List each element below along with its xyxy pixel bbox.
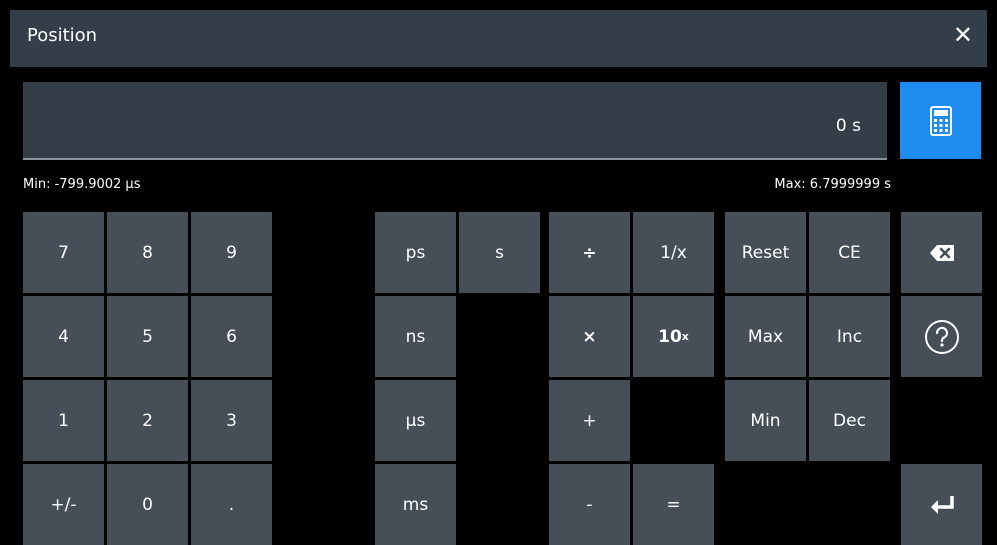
- enter-button[interactable]: [901, 464, 982, 545]
- max-label: Max: 6.7999999 s: [774, 177, 891, 192]
- key-decimal[interactable]: .: [191, 464, 272, 545]
- key-multiply[interactable]: ×: [549, 296, 630, 377]
- key-8[interactable]: 8: [107, 212, 188, 293]
- dialog-title: Position: [27, 25, 98, 46]
- key-2[interactable]: 2: [107, 380, 188, 461]
- key-increment[interactable]: Inc: [809, 296, 890, 377]
- backspace-button[interactable]: [901, 212, 982, 293]
- value-display: 0 s: [835, 116, 861, 136]
- key-power-base: 10: [658, 326, 682, 347]
- key-0[interactable]: 0: [107, 464, 188, 545]
- help-button[interactable]: [901, 296, 982, 377]
- enter-icon: [930, 495, 954, 514]
- key-minus[interactable]: -: [549, 464, 630, 545]
- key-equals[interactable]: =: [633, 464, 714, 545]
- key-3[interactable]: 3: [191, 380, 272, 461]
- calculator-button[interactable]: [900, 82, 981, 159]
- key-7[interactable]: 7: [23, 212, 104, 293]
- key-reciprocal[interactable]: 1/x: [633, 212, 714, 293]
- key-unit-ps[interactable]: ps: [375, 212, 456, 293]
- key-clear-entry[interactable]: CE: [809, 212, 890, 293]
- key-reset[interactable]: Reset: [725, 212, 806, 293]
- title-bar: Position ✕: [10, 10, 987, 67]
- key-5[interactable]: 5: [107, 296, 188, 377]
- key-power-of-ten[interactable]: 10 x: [633, 296, 714, 377]
- key-9[interactable]: 9: [191, 212, 272, 293]
- key-unit-ms[interactable]: ms: [375, 464, 456, 545]
- key-unit-us[interactable]: µs: [375, 380, 456, 461]
- key-sign[interactable]: +/-: [23, 464, 104, 545]
- key-plus[interactable]: +: [549, 380, 630, 461]
- backspace-icon: [929, 244, 954, 261]
- key-power-exp: x: [681, 330, 689, 343]
- min-label: Min: -799.9002 µs: [23, 177, 141, 192]
- close-icon[interactable]: ✕: [953, 22, 973, 48]
- key-unit-ns[interactable]: ns: [375, 296, 456, 377]
- key-4[interactable]: 4: [23, 296, 104, 377]
- help-icon: [924, 319, 959, 354]
- position-dialog: Position ✕ 0 s Min: -799.9002 µs Max: 6.…: [10, 10, 987, 545]
- key-divide[interactable]: ÷: [549, 212, 630, 293]
- key-unit-s[interactable]: s: [459, 212, 540, 293]
- calculator-icon: [929, 105, 952, 136]
- key-decrement[interactable]: Dec: [809, 380, 890, 461]
- key-max[interactable]: Max: [725, 296, 806, 377]
- key-6[interactable]: 6: [191, 296, 272, 377]
- value-field[interactable]: 0 s: [23, 82, 887, 160]
- key-min[interactable]: Min: [725, 380, 806, 461]
- key-1[interactable]: 1: [23, 380, 104, 461]
